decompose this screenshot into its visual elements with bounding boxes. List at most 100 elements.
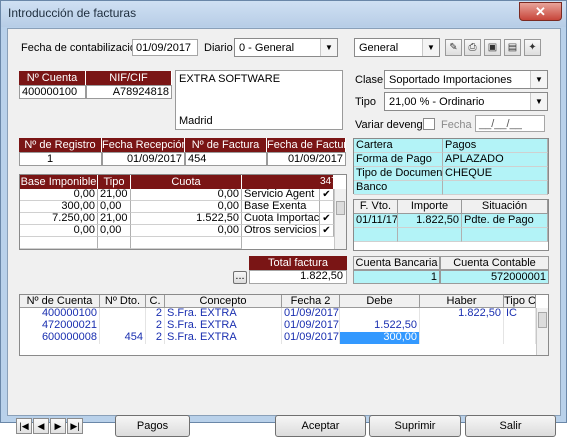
cuota-cell[interactable]: 0,00 xyxy=(131,225,242,237)
asientos-cell-dto[interactable] xyxy=(100,308,146,320)
clase-select[interactable]: Soportado Importaciones ▼ xyxy=(384,70,548,89)
client-address-box[interactable]: EXTRA SOFTWARE Madrid xyxy=(175,70,343,130)
asientos-cell-c[interactable]: 2 xyxy=(146,320,165,332)
factura-value[interactable]: 454 xyxy=(185,152,267,166)
forma-pago-value[interactable]: APLAZADO xyxy=(443,153,548,167)
base-imponible-cell[interactable]: 0,00 xyxy=(20,189,98,201)
asientos-cell-tipo[interactable] xyxy=(504,332,536,344)
fecha-contab-input[interactable]: 01/09/2017 xyxy=(132,39,198,56)
asientos-col-header[interactable]: Nº de Cuenta xyxy=(20,295,100,308)
asientos-col-header[interactable]: Fecha 2 xyxy=(282,295,340,308)
asientos-cell-c[interactable]: 2 xyxy=(146,308,165,320)
asientos-col-header[interactable]: Nº Dto. xyxy=(100,295,146,308)
close-icon[interactable]: ✕ xyxy=(519,2,562,21)
diario-select[interactable]: 0 - General ▼ xyxy=(234,38,338,57)
asientos-cell-fecha[interactable]: 01/09/2017 xyxy=(282,320,340,332)
asientos-cell-tipo[interactable] xyxy=(504,320,536,332)
asientos-col-header[interactable]: C. xyxy=(146,295,165,308)
next-record-button[interactable]: ▶ xyxy=(50,418,66,434)
cuota-cell[interactable]: 1.522,50 xyxy=(131,213,242,225)
cuota-cell[interactable]: 0,00 xyxy=(131,189,242,201)
scrollbar-thumb[interactable] xyxy=(336,201,345,215)
situacion-value[interactable]: Pdte. de Pago xyxy=(462,214,548,228)
bases-scrollbar[interactable] xyxy=(334,189,346,249)
asientos-cell-cuenta[interactable]: 400000100 xyxy=(20,308,100,320)
tipo-cell[interactable]: 21,00 xyxy=(98,213,131,225)
base-imponible-cell[interactable]: 300,00 xyxy=(20,201,98,213)
nif-value[interactable]: A78924818 xyxy=(86,85,172,99)
aceptar-button[interactable]: Aceptar xyxy=(275,415,366,437)
option-check[interactable]: ✔ xyxy=(320,225,334,237)
asientos-cell-dto[interactable]: 454 xyxy=(100,332,146,344)
asientos-cell-c[interactable]: 2 xyxy=(146,332,165,344)
recepcion-value[interactable]: 01/09/2017 xyxy=(102,152,185,166)
box-icon[interactable]: ▣ xyxy=(484,39,501,56)
asientos-cell-fecha[interactable]: 01/09/2017 xyxy=(282,308,340,320)
tipo-iva-select[interactable]: 21,00 % - Ordinario ▼ xyxy=(384,92,548,111)
asientos-scrollbar[interactable] xyxy=(536,308,548,355)
asientos-col-header[interactable]: Debe xyxy=(340,295,420,308)
base-imponible-cell[interactable] xyxy=(20,237,98,249)
asientos-cell-concepto[interactable]: S.Fra. EXTRA xyxy=(165,320,282,332)
cuenta-contable-value[interactable]: 572000001 xyxy=(440,270,549,284)
client-name: EXTRA SOFTWARE xyxy=(179,73,281,85)
asientos-cell-fecha[interactable]: 01/09/2017 xyxy=(282,332,340,344)
suprimir-button[interactable]: Suprimir xyxy=(369,415,461,437)
tipo-cell[interactable]: 0,00 xyxy=(98,201,131,213)
print-icon[interactable]: ⎙ xyxy=(464,39,481,56)
cuota-cell[interactable] xyxy=(131,237,242,249)
cuota-cell[interactable]: 0,00 xyxy=(131,201,242,213)
asientos-cell-tipo[interactable]: IC xyxy=(504,308,536,320)
situacion-empty[interactable] xyxy=(462,228,548,242)
tipo-cell[interactable]: 0,00 xyxy=(98,225,131,237)
cartera-value[interactable]: Pagos xyxy=(443,139,548,153)
importe-value[interactable]: 1.822,50 xyxy=(398,214,462,228)
calculator-icon[interactable]: ▤ xyxy=(504,39,521,56)
asientos-col-header[interactable]: Tipo C xyxy=(504,295,536,308)
tipo-registro-select[interactable]: General ▼ xyxy=(354,38,440,57)
option-check[interactable]: ✔ xyxy=(320,189,334,201)
asientos-cell-concepto[interactable]: S.Fra. EXTRA xyxy=(165,308,282,320)
asientos-cell-debe[interactable] xyxy=(340,308,420,320)
edit-icon[interactable]: ✎ xyxy=(445,39,462,56)
asientos-cell-dto[interactable] xyxy=(100,320,146,332)
fvto-empty[interactable] xyxy=(354,228,398,242)
asientos-cell-debe[interactable]: 300,00 xyxy=(340,332,420,344)
registro-value[interactable]: 1 xyxy=(19,152,102,166)
asientos-col-header[interactable]: Concepto xyxy=(165,295,282,308)
base-imponible-cell[interactable]: 0,00 xyxy=(20,225,98,237)
salir-button[interactable]: Salir xyxy=(465,415,556,437)
importe-header: Importe xyxy=(398,200,462,214)
tipo-documento-value[interactable]: CHEQUE xyxy=(443,167,548,181)
asientos-col-header[interactable]: Haber xyxy=(420,295,504,308)
banco-value[interactable] xyxy=(443,181,548,195)
option-check[interactable]: ✔ xyxy=(320,213,334,225)
option-check[interactable] xyxy=(320,201,334,213)
asientos-cell-haber[interactable]: 1.822,50 xyxy=(420,308,504,320)
paint-icon[interactable]: ✦ xyxy=(524,39,541,56)
asientos-cell-cuenta[interactable]: 472000021 xyxy=(20,320,100,332)
importe-empty[interactable] xyxy=(398,228,462,242)
tipo-cell[interactable] xyxy=(98,237,131,249)
last-record-button[interactable]: ▶| xyxy=(67,418,83,434)
asientos-cell-concepto[interactable]: S.Fra. EXTRA xyxy=(165,332,282,344)
total-more-button[interactable]: ... xyxy=(233,271,247,284)
scrollbar-thumb[interactable] xyxy=(538,312,547,328)
prev-record-button[interactable]: ◀ xyxy=(33,418,49,434)
variar-devengo-checkbox[interactable] xyxy=(423,118,435,130)
invoice-window: Introducción de facturas ✕ Fecha de cont… xyxy=(0,0,567,437)
fecha-factura-value[interactable]: 01/09/2017 xyxy=(267,152,346,166)
base-imponible-cell[interactable]: 7.250,00 xyxy=(20,213,98,225)
cuenta-value[interactable]: 400000100 xyxy=(19,85,86,99)
asientos-cell-haber[interactable] xyxy=(420,332,504,344)
first-record-button[interactable]: |◀ xyxy=(16,418,32,434)
asientos-cell-debe[interactable]: 1.522,50 xyxy=(340,320,420,332)
variar-devengo-label: Variar devengo xyxy=(355,119,429,131)
pagos-button[interactable]: Pagos xyxy=(115,415,190,437)
tipo-cell[interactable]: 21,00 xyxy=(98,189,131,201)
fvto-value[interactable]: 01/11/17 xyxy=(354,214,398,228)
fecha-devengo-input[interactable]: __/__/__ xyxy=(475,115,545,132)
asientos-cell-cuenta[interactable]: 600000008 xyxy=(20,332,100,344)
asientos-cell-haber[interactable] xyxy=(420,320,504,332)
cuenta-bancaria-value[interactable]: 1 xyxy=(353,270,440,284)
